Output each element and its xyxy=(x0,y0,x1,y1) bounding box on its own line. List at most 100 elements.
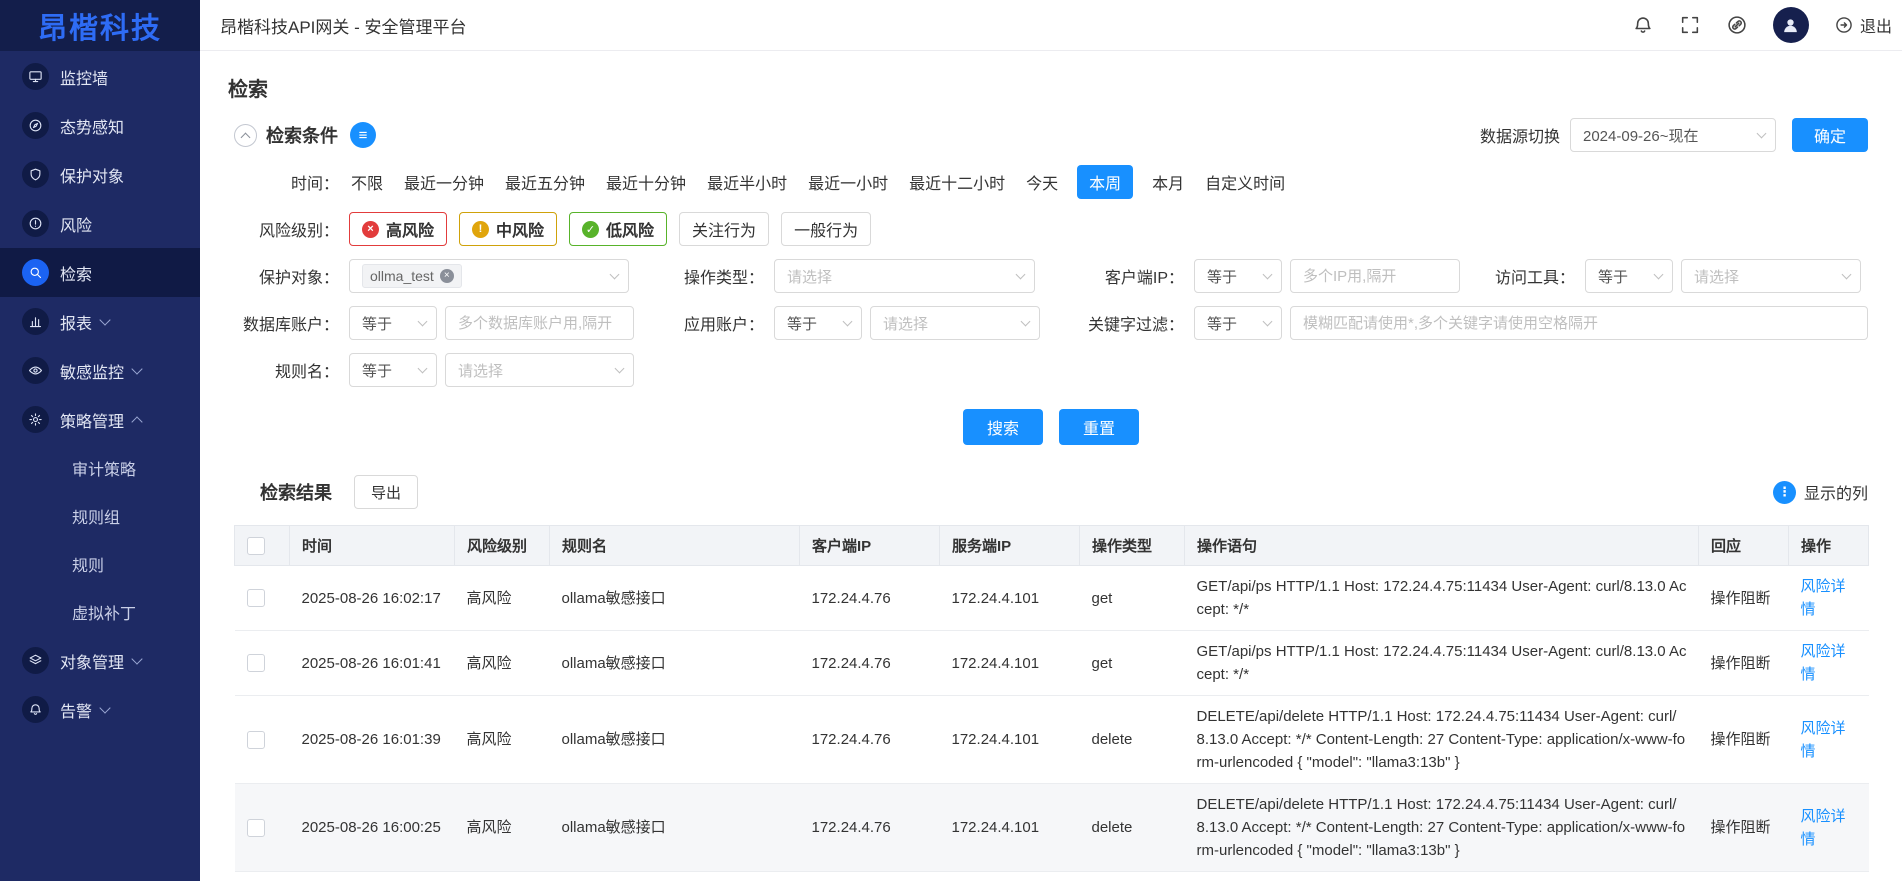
search-button[interactable]: 搜索 xyxy=(963,409,1043,445)
risk-low-toggle[interactable]: ✓ 低风险 xyxy=(569,212,667,246)
cell-statement: DELETE/api/delete HTTP/1.1 Host: 172.24.… xyxy=(1185,784,1699,872)
operation-type-select[interactable]: 请选择 xyxy=(774,259,1035,293)
sidebar-item-label: 策略管理 xyxy=(60,408,124,432)
sidebar-item-protected-objects[interactable]: 保护对象 xyxy=(0,150,200,199)
table-row[interactable]: 2025-08-26 16:00:25 高风险 ollama敏感接口 172.2… xyxy=(235,784,1869,872)
cell-rule-name: ollama敏感接口 xyxy=(550,872,800,881)
reset-button[interactable]: 重置 xyxy=(1059,409,1139,445)
time-option[interactable]: 最近一分钟 xyxy=(402,165,486,199)
cell-statement: DELETE/api/delete HTTP/1.1 Host: 172.24.… xyxy=(1185,696,1699,784)
results-header: 检索结果 导出 ⋮ 显示的列 xyxy=(200,475,1902,509)
row-checkbox[interactable] xyxy=(247,731,265,749)
risk-detail-link[interactable]: 风险详情 xyxy=(1801,808,1846,848)
rule-name-operator-select[interactable]: 等于 xyxy=(349,353,437,387)
risk-high-toggle[interactable]: × 高风险 xyxy=(349,212,447,246)
sidebar: 昂楷科技 监控墙 态势感知 保护对象 风险 检索 xyxy=(0,0,200,881)
time-option[interactable]: 最近十二小时 xyxy=(907,165,1007,199)
row-checkbox[interactable] xyxy=(247,589,265,607)
table-row[interactable]: 2025-08-25 11:15:20 高风险 ollama敏感接口 172.1… xyxy=(235,872,1869,881)
bell-icon[interactable] xyxy=(1632,14,1654,36)
table-row[interactable]: 2025-08-26 16:01:41 高风险 ollama敏感接口 172.2… xyxy=(235,631,1869,696)
cell-risk-level: 高风险 xyxy=(455,631,550,696)
sidebar-item-search[interactable]: 检索 xyxy=(0,248,200,297)
db-account-operator-select[interactable]: 等于 xyxy=(349,306,437,340)
access-tool-operator-select[interactable]: 等于 xyxy=(1585,259,1673,293)
chevron-down-icon xyxy=(610,269,620,279)
risk-high-icon: × xyxy=(362,221,379,238)
select-all-checkbox[interactable] xyxy=(247,537,265,555)
sidebar-item-reports[interactable]: 报表 xyxy=(0,297,200,346)
saved-conditions-icon[interactable]: ≡ xyxy=(350,122,376,148)
fullscreen-icon[interactable] xyxy=(1679,14,1701,36)
sidebar-item-sensitive-monitoring[interactable]: 敏感监控 xyxy=(0,346,200,395)
db-account-input[interactable] xyxy=(445,306,634,340)
protect-object-label: 保护对象： xyxy=(234,264,349,288)
rule-name-select[interactable]: 请选择 xyxy=(445,353,634,387)
client-ip-operator-select[interactable]: 等于 xyxy=(1194,259,1282,293)
export-button[interactable]: 导出 xyxy=(354,475,418,509)
sidebar-subitem-audit-policy[interactable]: 审计策略 xyxy=(0,444,200,492)
risk-watch-toggle[interactable]: 关注行为 xyxy=(679,212,769,246)
client-ip-label: 客户端IP： xyxy=(1079,264,1194,288)
risk-normal-toggle[interactable]: 一般行为 xyxy=(781,212,871,246)
sidebar-item-alerts[interactable]: 告警 xyxy=(0,685,200,734)
keyword-filter-input[interactable] xyxy=(1290,306,1868,340)
table-row[interactable]: 2025-08-26 16:01:39 高风险 ollama敏感接口 172.2… xyxy=(235,696,1869,784)
sidebar-subitem-rule-group[interactable]: 规则组 xyxy=(0,492,200,540)
table-row[interactable]: 2025-08-26 16:02:17 高风险 ollama敏感接口 172.2… xyxy=(235,566,1869,631)
sidebar-subitem-virtual-patch[interactable]: 虚拟补丁 xyxy=(0,588,200,636)
avatar[interactable] xyxy=(1773,7,1809,43)
datasource-label: 数据源切换 xyxy=(1480,123,1560,147)
sidebar-item-policy-management[interactable]: 策略管理 xyxy=(0,395,200,444)
time-option[interactable]: 自定义时间 xyxy=(1203,165,1287,199)
cell-time: 2025-08-25 11:15:20 xyxy=(290,872,455,881)
chevron-down-icon xyxy=(1757,128,1767,138)
policy-gear-icon xyxy=(22,406,49,433)
sidebar-item-risk[interactable]: 风险 xyxy=(0,199,200,248)
row-checkbox[interactable] xyxy=(247,819,265,837)
chevron-down-icon xyxy=(615,363,625,373)
columns-toggle[interactable]: ⋮ 显示的列 xyxy=(1773,480,1868,504)
cell-response: 操作阻断 xyxy=(1699,784,1789,872)
risk-level-row: 风险级别： × 高风险 ! 中风险 ✓ 低风险 xyxy=(200,212,1902,246)
collapse-panel-button[interactable] xyxy=(234,124,257,147)
sidebar-item-object-management[interactable]: 对象管理 xyxy=(0,636,200,685)
time-option[interactable]: 本月 xyxy=(1150,165,1186,199)
sidebar-item-label: 监控墙 xyxy=(60,65,108,89)
time-option[interactable]: 最近十分钟 xyxy=(604,165,688,199)
sidebar-item-monitor-wall[interactable]: 监控墙 xyxy=(0,52,200,101)
results-table: 时间 风险级别 规则名 客户端IP 服务端IP 操作类型 操作语句 回应 操作 xyxy=(234,525,1868,881)
brand-logo: 昂楷科技 xyxy=(0,0,200,51)
confirm-button[interactable]: 确定 xyxy=(1792,118,1868,152)
sidebar-subitem-rules[interactable]: 规则 xyxy=(0,540,200,588)
risk-detail-link[interactable]: 风险详情 xyxy=(1801,720,1846,760)
sidebar-item-label: 态势感知 xyxy=(60,114,124,138)
app-account-operator-select[interactable]: 等于 xyxy=(774,306,862,340)
keyword-filter-label: 关键字过滤： xyxy=(1079,311,1194,335)
row-checkbox[interactable] xyxy=(247,654,265,672)
time-option-selected[interactable]: 本周 xyxy=(1077,165,1133,199)
time-option[interactable]: 最近半小时 xyxy=(705,165,789,199)
access-tool-select[interactable]: 请选择 xyxy=(1681,259,1861,293)
app-root: 昂楷科技 监控墙 态势感知 保护对象 风险 检索 xyxy=(0,0,1902,881)
app-account-select[interactable]: 请选择 xyxy=(870,306,1040,340)
logout-label: 退出 xyxy=(1860,13,1892,37)
risk-medium-toggle[interactable]: ! 中风险 xyxy=(459,212,557,246)
time-option[interactable]: 最近一小时 xyxy=(806,165,890,199)
datasource-select[interactable]: 2024-09-26~现在 xyxy=(1570,118,1776,152)
client-ip-input[interactable] xyxy=(1290,259,1460,293)
logout-button[interactable]: 退出 xyxy=(1834,13,1892,37)
sidebar-item-label: 报表 xyxy=(60,310,92,334)
time-option[interactable]: 最近五分钟 xyxy=(503,165,587,199)
link-icon[interactable] xyxy=(1726,14,1748,36)
time-option[interactable]: 今天 xyxy=(1024,165,1060,199)
time-option[interactable]: 不限 xyxy=(349,165,385,199)
chevron-down-icon xyxy=(99,314,110,325)
risk-detail-link[interactable]: 风险详情 xyxy=(1801,578,1846,618)
db-account-label: 数据库账户： xyxy=(234,311,349,335)
keyword-operator-select[interactable]: 等于 xyxy=(1194,306,1282,340)
sidebar-item-situation-awareness[interactable]: 态势感知 xyxy=(0,101,200,150)
tag-remove-icon[interactable]: × xyxy=(440,269,454,283)
protect-object-select[interactable]: ollma_test × xyxy=(349,259,629,293)
risk-detail-link[interactable]: 风险详情 xyxy=(1801,643,1846,683)
